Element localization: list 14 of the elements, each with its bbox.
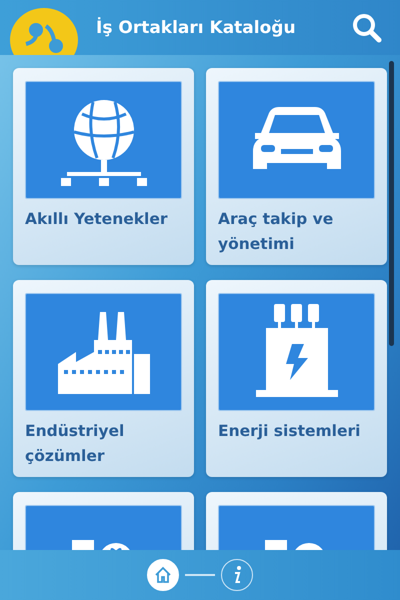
scrollbar[interactable]	[389, 61, 394, 346]
category-card[interactable]: Akıllı Yetenekler	[13, 68, 194, 265]
home-button[interactable]	[147, 559, 179, 591]
category-label: Akıllı Yetenekler	[25, 209, 169, 230]
info-button[interactable]	[221, 559, 253, 591]
category-label: Enerji sistemleri	[218, 421, 362, 442]
app-title: İş Ortakları Kataloğu	[96, 18, 297, 38]
category-label: Endüstriyel çözümler	[25, 421, 126, 467]
transformer-icon	[256, 304, 338, 400]
house-icon	[154, 566, 172, 584]
category-card[interactable]: Enerji sistemleri	[206, 280, 387, 477]
category-label: Araç takip ve yönetimi	[218, 209, 334, 255]
category-card[interactable]: Araç takip ve yönetimi	[206, 68, 387, 265]
category-card[interactable]: Endüstriyel çözümler	[13, 280, 194, 477]
